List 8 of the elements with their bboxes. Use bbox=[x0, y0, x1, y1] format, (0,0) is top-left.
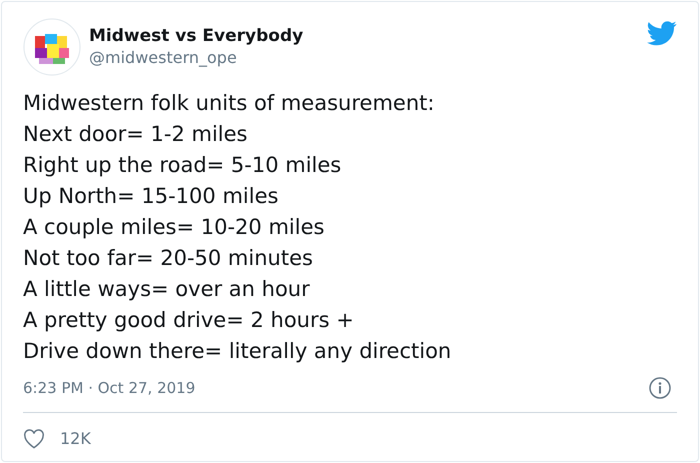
like-count: 12K bbox=[60, 428, 91, 450]
heart-icon[interactable] bbox=[23, 428, 45, 448]
author-name[interactable]: Midwest vs Everybody bbox=[89, 25, 304, 47]
tweet-text: Midwestern folk units of measurement: Next door= 1-2 miles Right up the road= 5-10 miles Up North= 15-100 miles A couple miles= 10-20 miles Not too far= 20-50 minutes A little ways= over an hour A pretty good drive= 2 hours + Drive down there= literally any direction bbox=[23, 90, 452, 365]
bird-logo-icon[interactable] bbox=[647, 21, 677, 46]
author-handle[interactable]: @midwestern_ope bbox=[89, 47, 304, 69]
info-icon[interactable] bbox=[649, 377, 671, 400]
tweet-timestamp[interactable]: 6:23 PM · Oct 27, 2019 bbox=[23, 377, 196, 400]
